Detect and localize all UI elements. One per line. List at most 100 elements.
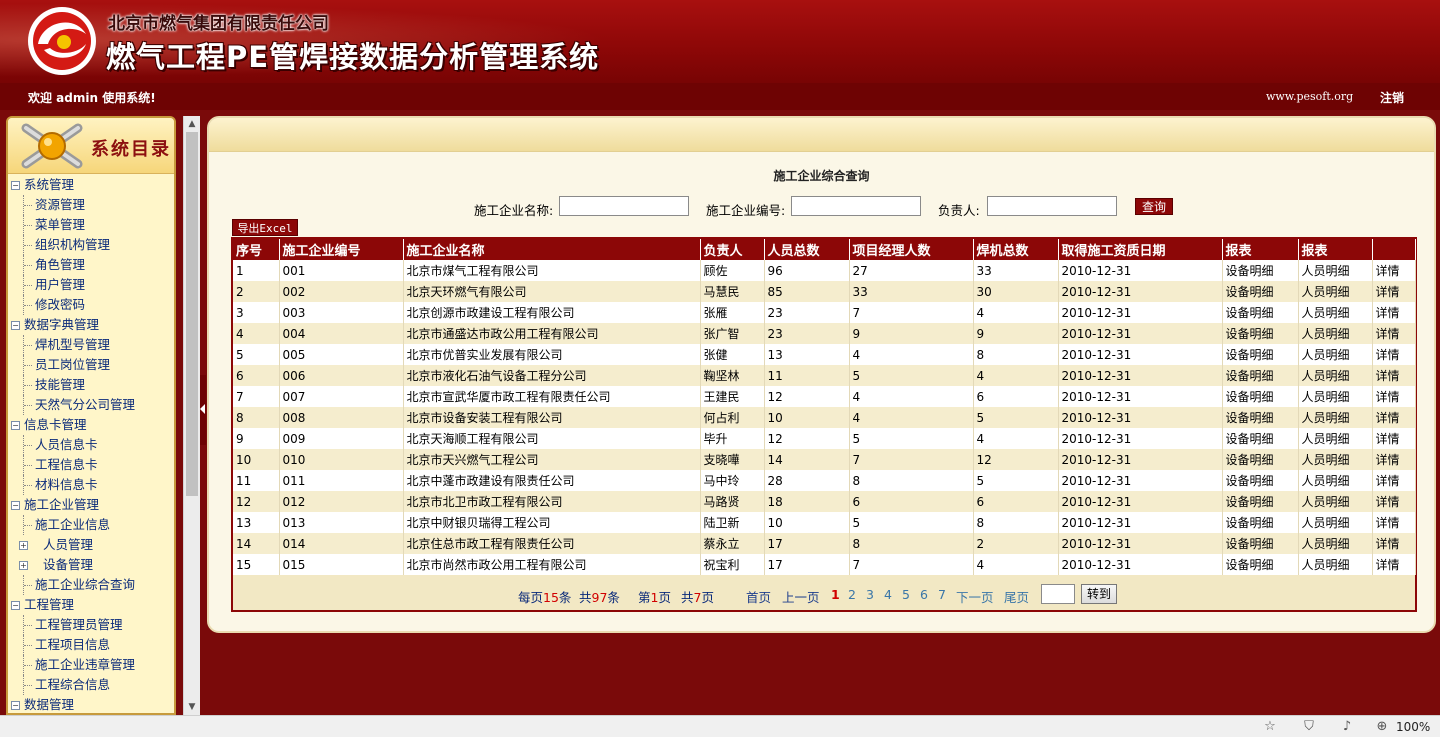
staff-detail-link[interactable]: 人员明细	[1298, 302, 1373, 323]
detail-link[interactable]: 详情	[1372, 533, 1416, 554]
staff-detail-link[interactable]: 人员明细	[1298, 365, 1373, 386]
equipment-detail-link[interactable]: 设备明细	[1222, 491, 1299, 512]
detail-link[interactable]: 详情	[1372, 281, 1416, 302]
scroll-down-icon[interactable]: ▼	[184, 699, 200, 715]
staff-detail-link[interactable]: 人员明细	[1298, 344, 1373, 365]
tree-item-material-card[interactable]: 材料信息卡	[8, 475, 174, 495]
staff-detail-link[interactable]: 人员明细	[1298, 491, 1373, 512]
goto-page-input[interactable]	[1041, 584, 1075, 604]
equipment-detail-link[interactable]: 设备明细	[1222, 533, 1299, 554]
staff-detail-link[interactable]: 人员明细	[1298, 260, 1373, 281]
tree-group-cards[interactable]: − 信息卡管理	[8, 415, 174, 435]
detail-link[interactable]: 详情	[1372, 302, 1416, 323]
tree-group-system[interactable]: − 系统管理	[8, 175, 174, 195]
staff-detail-link[interactable]: 人员明细	[1298, 323, 1373, 344]
page-4-link[interactable]: 4	[884, 587, 892, 602]
tree-item-project-summary[interactable]: 工程综合信息	[8, 675, 174, 695]
site-link[interactable]: www.pesoft.org	[1266, 90, 1353, 103]
favorite-icon[interactable]: ☆	[1262, 719, 1278, 735]
page-2-link[interactable]: 2	[848, 587, 856, 602]
scroll-thumb[interactable]	[186, 132, 198, 496]
equipment-detail-link[interactable]: 设备明细	[1222, 407, 1299, 428]
next-page-link[interactable]: 下一页	[956, 587, 994, 606]
scroll-up-icon[interactable]: ▲	[184, 116, 200, 132]
equipment-detail-link[interactable]: 设备明细	[1222, 554, 1299, 575]
equipment-detail-link[interactable]: 设备明细	[1222, 449, 1299, 470]
page-6-link[interactable]: 6	[920, 587, 928, 602]
sidebar-toggle[interactable]	[200, 375, 206, 445]
equipment-detail-link[interactable]: 设备明细	[1222, 323, 1299, 344]
tree-item-personnel[interactable]: + 人员管理	[8, 535, 174, 555]
tree-group-project[interactable]: − 工程管理	[8, 595, 174, 615]
tree-group-enterprise[interactable]: − 施工企业管理	[8, 495, 174, 515]
tree-item-skill[interactable]: 技能管理	[8, 375, 174, 395]
detail-link[interactable]: 详情	[1372, 323, 1416, 344]
collapse-icon[interactable]: −	[11, 601, 20, 610]
staff-detail-link[interactable]: 人员明细	[1298, 449, 1373, 470]
tree-item-staff-post[interactable]: 员工岗位管理	[8, 355, 174, 375]
tree-item-enterprise-info[interactable]: 施工企业信息	[8, 515, 174, 535]
sidebar-scrollbar[interactable]: ▲ ▼	[183, 116, 200, 715]
tree-item-resource[interactable]: 资源管理	[8, 195, 174, 215]
tree-item-role[interactable]: 角色管理	[8, 255, 174, 275]
tree-item-violation[interactable]: 施工企业违章管理	[8, 655, 174, 675]
detail-link[interactable]: 详情	[1372, 260, 1416, 281]
page-7-link[interactable]: 7	[938, 587, 946, 602]
expand-icon[interactable]: +	[19, 541, 28, 550]
detail-link[interactable]: 详情	[1372, 386, 1416, 407]
zoom-level[interactable]: 100%	[1396, 720, 1430, 734]
export-excel-button[interactable]: 导出Excel	[232, 219, 298, 236]
tree-item-project-info[interactable]: 工程项目信息	[8, 635, 174, 655]
first-page-link[interactable]: 首页	[746, 587, 771, 606]
detail-link[interactable]: 详情	[1372, 491, 1416, 512]
zoom-icon[interactable]: ⊕	[1374, 719, 1390, 735]
equipment-detail-link[interactable]: 设备明细	[1222, 428, 1299, 449]
equipment-detail-link[interactable]: 设备明细	[1222, 470, 1299, 491]
collapse-icon[interactable]: −	[11, 321, 20, 330]
tree-item-equipment[interactable]: + 设备管理	[8, 555, 174, 575]
tree-group-dictionary[interactable]: − 数据字典管理	[8, 315, 174, 335]
detail-link[interactable]: 详情	[1372, 407, 1416, 428]
tree-item-welder-model[interactable]: 焊机型号管理	[8, 335, 174, 355]
page-3-link[interactable]: 3	[866, 587, 874, 602]
equipment-detail-link[interactable]: 设备明细	[1222, 302, 1299, 323]
expand-icon[interactable]: +	[19, 561, 28, 570]
person-in-charge-input[interactable]	[987, 196, 1117, 216]
tree-item-menu[interactable]: 菜单管理	[8, 215, 174, 235]
equipment-detail-link[interactable]: 设备明细	[1222, 512, 1299, 533]
tree-group-data[interactable]: − 数据管理	[8, 695, 174, 713]
detail-link[interactable]: 详情	[1372, 512, 1416, 533]
tree-item-person-card[interactable]: 人员信息卡	[8, 435, 174, 455]
last-page-link[interactable]: 尾页	[1004, 587, 1029, 606]
detail-link[interactable]: 详情	[1372, 554, 1416, 575]
staff-detail-link[interactable]: 人员明细	[1298, 407, 1373, 428]
staff-detail-link[interactable]: 人员明细	[1298, 470, 1373, 491]
equipment-detail-link[interactable]: 设备明细	[1222, 386, 1299, 407]
speaker-icon[interactable]: ♪	[1339, 719, 1355, 735]
prev-page-link[interactable]: 上一页	[782, 587, 820, 606]
enterprise-code-input[interactable]	[791, 196, 921, 216]
collapse-icon[interactable]: −	[11, 421, 20, 430]
detail-link[interactable]: 详情	[1372, 449, 1416, 470]
collapse-icon[interactable]: −	[11, 701, 20, 710]
logout-link[interactable]: 注销	[1380, 89, 1404, 106]
detail-link[interactable]: 详情	[1372, 470, 1416, 491]
tree-item-user[interactable]: 用户管理	[8, 275, 174, 295]
tree-item-project-card[interactable]: 工程信息卡	[8, 455, 174, 475]
staff-detail-link[interactable]: 人员明细	[1298, 533, 1373, 554]
page-1-link[interactable]: 1	[831, 587, 840, 602]
equipment-detail-link[interactable]: 设备明细	[1222, 260, 1299, 281]
page-5-link[interactable]: 5	[902, 587, 910, 602]
tree-item-gas-branch[interactable]: 天然气分公司管理	[8, 395, 174, 415]
tree-item-project-admin[interactable]: 工程管理员管理	[8, 615, 174, 635]
detail-link[interactable]: 详情	[1372, 428, 1416, 449]
detail-link[interactable]: 详情	[1372, 365, 1416, 386]
equipment-detail-link[interactable]: 设备明细	[1222, 344, 1299, 365]
enterprise-name-input[interactable]	[559, 196, 689, 216]
goto-page-button[interactable]: 转到	[1081, 584, 1117, 604]
staff-detail-link[interactable]: 人员明细	[1298, 512, 1373, 533]
tree-item-org[interactable]: 组织机构管理	[8, 235, 174, 255]
collapse-icon[interactable]: −	[11, 181, 20, 190]
staff-detail-link[interactable]: 人员明细	[1298, 386, 1373, 407]
staff-detail-link[interactable]: 人员明细	[1298, 554, 1373, 575]
